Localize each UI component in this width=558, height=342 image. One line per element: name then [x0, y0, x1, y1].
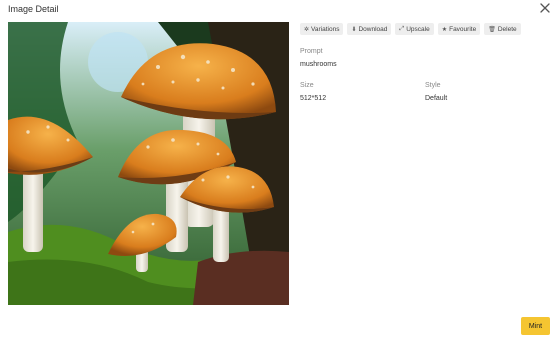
generated-image [8, 22, 289, 305]
style-label: Style [425, 82, 441, 89]
star-icon: ★ [441, 26, 448, 33]
close-icon [540, 3, 550, 13]
favourite-label: Favourite [449, 25, 477, 33]
upscale-label: Upscale [406, 25, 430, 33]
trash-icon: 🗑 [488, 26, 496, 33]
delete-button[interactable]: 🗑 Delete [484, 23, 521, 35]
size-value: 512*512 [300, 95, 327, 102]
mint-button[interactable]: Mint [521, 317, 550, 335]
style-value: Default [425, 95, 448, 102]
action-toolbar: ✲ Variations ⬇ Download ⤢ Upscale ★ Favo… [300, 23, 521, 35]
close-button[interactable] [538, 1, 552, 15]
size-label: Size [300, 82, 314, 89]
upscale-icon: ⤢ [399, 25, 405, 32]
favourite-button[interactable]: ★ Favourite [437, 23, 481, 35]
download-button[interactable]: ⬇ Download [347, 23, 392, 35]
variations-button[interactable]: ✲ Variations [300, 23, 344, 35]
delete-label: Delete [497, 25, 517, 33]
dialog-title: Image Detail [8, 4, 59, 14]
upscale-button[interactable]: ⤢ Upscale [395, 23, 434, 35]
prompt-value: mushrooms [300, 61, 337, 68]
download-label: Download [358, 25, 388, 33]
variations-label: Variations [311, 25, 340, 33]
variations-icon: ✲ [304, 26, 310, 33]
prompt-label: Prompt [300, 48, 323, 55]
download-icon: ⬇ [351, 26, 357, 33]
